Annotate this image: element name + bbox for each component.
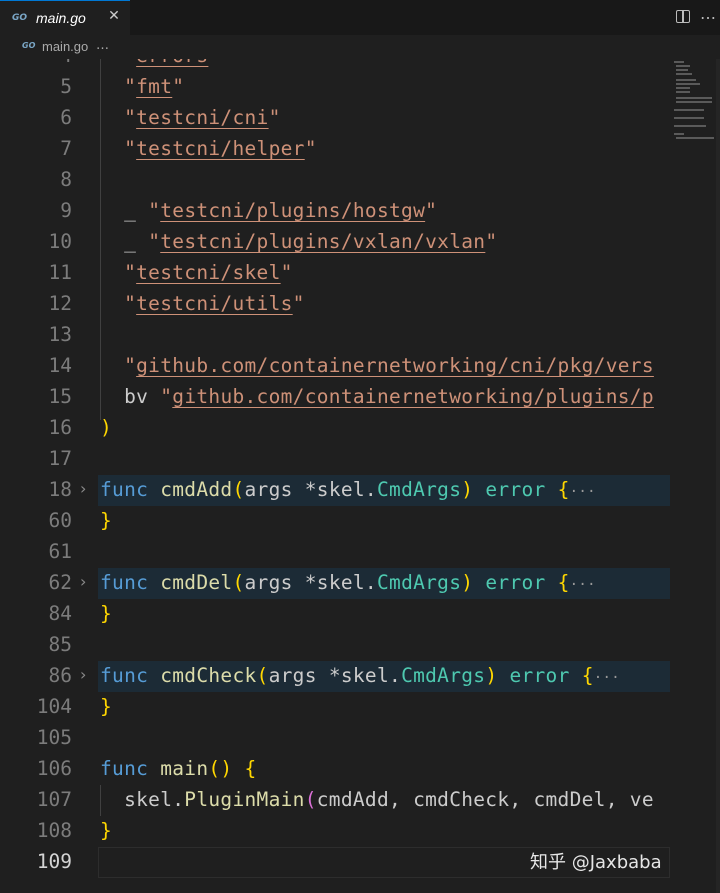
chevron-right-icon[interactable]: › [80,572,86,591]
code-text: } [100,819,113,842]
line-number: 15 [48,385,72,408]
line-number: 86 [48,664,72,687]
line-number: 62 [48,571,72,594]
close-icon[interactable]: ✕ [104,6,124,26]
tab-bar: GO main.go ✕ … [0,0,720,35]
code-line-folded: 86 › func cmdCheck(args *skel.CmdArgs) e… [0,661,670,692]
go-icon: GO [22,41,36,50]
code-line: 84 } [0,599,670,630]
code-text: } [100,695,113,718]
code-text: ) [100,416,113,439]
code-text: skel.PluginMain(cmdAdd, cmdCheck, cmdDel… [124,788,654,811]
code-text: _ "testcni/plugins/vxlan/vxlan" [124,230,498,253]
code-line: 6 "testcni/cni" [0,103,670,134]
code-text: "testcni/cni" [124,106,281,129]
line-number: 13 [48,323,72,346]
code-line: 108 } [0,816,670,847]
code-text: "errors" [100,59,220,67]
line-number: 10 [48,230,72,253]
go-icon: GO [12,13,28,23]
line-number: 109 [36,850,72,873]
more-actions-icon[interactable]: … [700,4,716,23]
code-text: func cmdDel(args *skel.CmdArgs) error {·… [100,571,596,594]
code-text: bv "github.com/containernetworking/plugi… [124,385,654,408]
vertical-scrollbar[interactable] [716,59,720,893]
line-number: 105 [36,726,72,749]
code-line: 9 _ "testcni/plugins/hostgw" [0,196,670,227]
code-line: 104 } [0,692,670,723]
line-number: 9 [60,199,72,222]
code-line-folded: 18 › func cmdAdd(args *skel.CmdArgs) err… [0,475,670,506]
tab-main-go[interactable]: GO main.go ✕ [0,0,130,35]
code-text: func cmdAdd(args *skel.CmdArgs) error {·… [100,478,596,501]
code-line: 10 _ "testcni/plugins/vxlan/vxlan" [0,227,670,258]
code-line: 16 ) [0,413,670,444]
code-text: func cmdCheck(args *skel.CmdArgs) error … [100,664,620,687]
line-number: 16 [48,416,72,439]
breadcrumb-file[interactable]: main.go [42,39,88,54]
chevron-right-icon[interactable]: › [80,665,86,684]
code-line: 5 "fmt" [0,72,670,103]
code-line: 60 } [0,506,670,537]
code-line: 15 bv "github.com/containernetworking/pl… [0,382,670,413]
code-line: 105 [0,723,670,754]
code-line: 8 [0,165,670,196]
code-text: func main() { [100,757,257,780]
watermark: 知乎 @Jaxbaba [530,852,662,873]
code-text: "testcni/skel" [124,261,293,284]
code-editor[interactable]: 4 "errors" 5 "fmt" 6 "testcni/cni" 7 "te… [0,59,670,893]
folded-ellipsis[interactable]: ··· [570,484,596,500]
line-number: 60 [48,509,72,532]
code-line: 4 "errors" [0,59,670,72]
code-text: "testcni/utils" [124,292,305,315]
line-number: 85 [48,633,72,656]
code-line: 107 skel.PluginMain(cmdAdd, cmdCheck, cm… [0,785,670,816]
code-line: 17 [0,444,670,475]
line-number: 61 [48,540,72,563]
code-line-folded: 62 › func cmdDel(args *skel.CmdArgs) err… [0,568,670,599]
line-number: 7 [60,137,72,160]
code-line: 14 "github.com/containernetworking/cni/p… [0,351,670,382]
code-line: 85 [0,630,670,661]
minimap[interactable] [672,59,720,179]
line-number: 8 [60,168,72,191]
code-text: "fmt" [124,75,185,98]
code-line: 7 "testcni/helper" [0,134,670,165]
line-number: 14 [48,354,72,377]
code-text: } [100,602,113,625]
line-number: 107 [36,788,72,811]
code-line: 11 "testcni/skel" [0,258,670,289]
chevron-right-icon[interactable]: › [80,479,86,498]
breadcrumb: GO main.go … [0,35,720,59]
line-number: 108 [36,819,72,842]
line-number: 6 [60,106,72,129]
tab-label: main.go [36,10,86,26]
code-text: } [100,509,113,532]
folded-ellipsis[interactable]: ··· [570,577,596,593]
code-text: _ "testcni/plugins/hostgw" [124,199,438,222]
folded-ellipsis[interactable]: ··· [594,670,620,686]
line-number: 12 [48,292,72,315]
breadcrumb-more[interactable]: … [96,38,109,53]
code-line: 13 [0,320,670,351]
code-line: 12 "testcni/utils" [0,289,670,320]
line-number: 4 [0,59,72,67]
line-number: 11 [48,261,72,284]
code-text: "testcni/helper" [124,137,317,160]
code-line: 106 func main() { [0,754,670,785]
line-number: 18 [48,478,72,501]
split-editor-icon[interactable] [676,10,690,23]
code-line: 61 [0,537,670,568]
line-number: 104 [36,695,72,718]
code-text: "github.com/containernetworking/cni/pkg/… [124,354,654,377]
line-number: 106 [36,757,72,780]
line-number: 84 [48,602,72,625]
line-number: 17 [48,447,72,470]
line-number: 5 [60,75,72,98]
